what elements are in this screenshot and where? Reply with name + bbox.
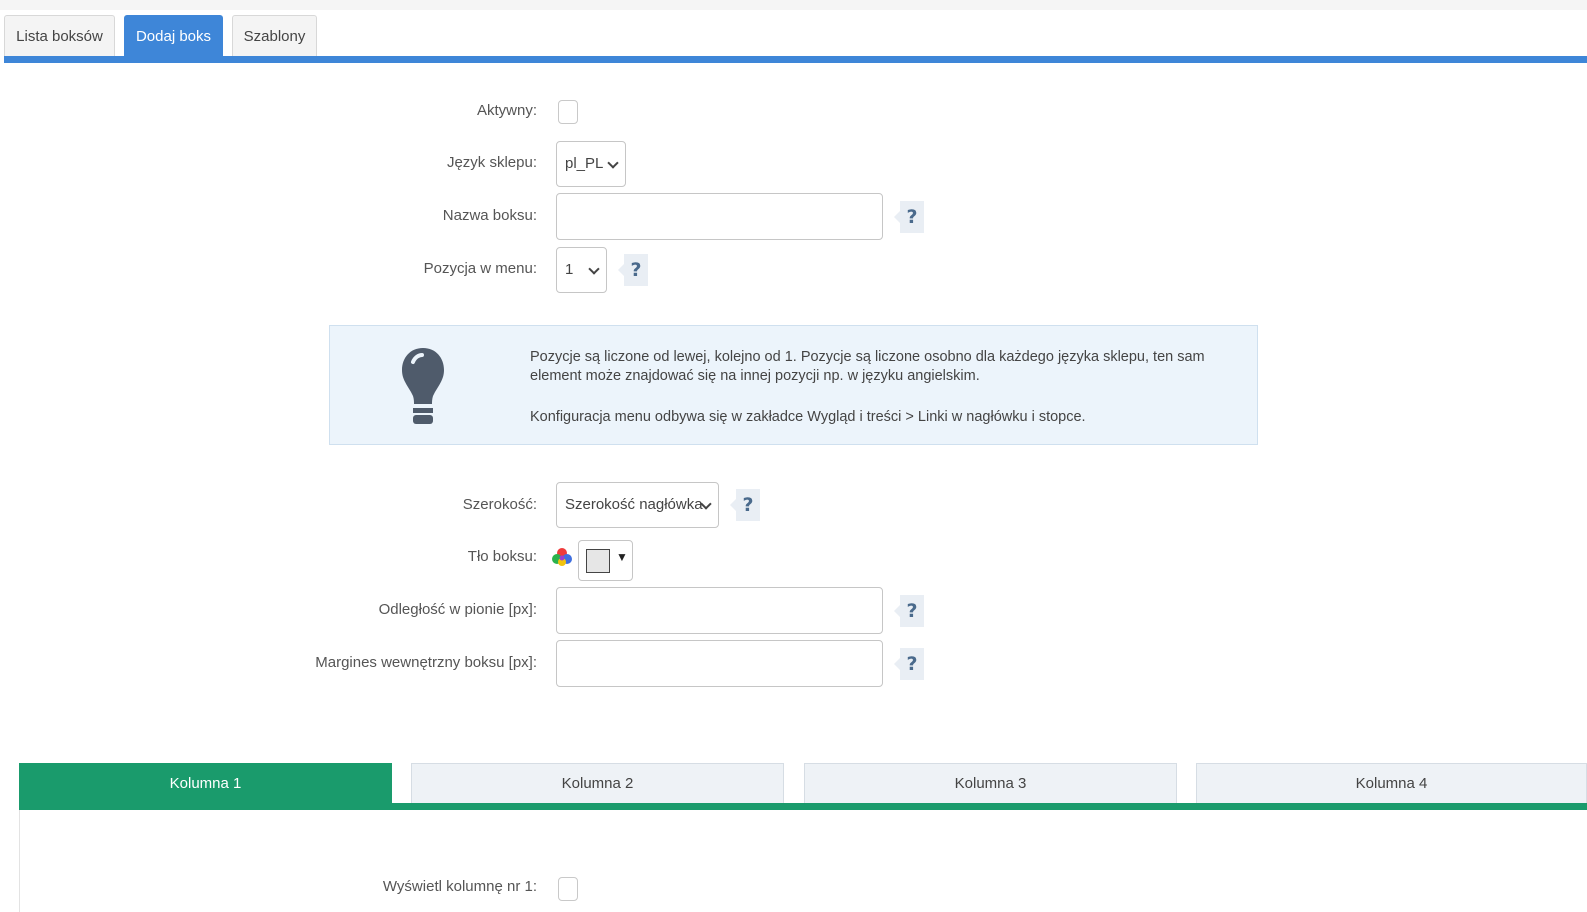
margines-label: Margines wewnętrzny boksu [px]:: [315, 654, 537, 671]
odleglosc-input[interactable]: [556, 587, 883, 634]
help-icon[interactable]: ?: [894, 201, 924, 233]
pozycja-select-value: 1: [565, 261, 574, 278]
info-line-1: Pozycje są liczone od lewej, kolejno od …: [530, 349, 1205, 384]
caret-down-icon: ▼: [616, 550, 628, 564]
szerokosc-select[interactable]: Szerokość nagłówka: [556, 482, 719, 528]
info-text: Pozycje są liczone od lewej, kolejno od …: [530, 348, 1245, 427]
odleglosc-label: Odległość w pionie [px]:: [378, 601, 537, 618]
chevron-down-icon: [607, 157, 619, 169]
szerokosc-select-value: Szerokość nagłówka: [565, 496, 703, 513]
szerokosc-label: Szerokość:: [462, 496, 537, 513]
top-strip: [0, 0, 1587, 10]
tlo-label: Tło boksu:: [467, 548, 537, 565]
color-picker[interactable]: ▼: [578, 540, 633, 581]
tab-lista-boksow[interactable]: Lista boksów: [4, 15, 115, 56]
nazwa-input[interactable]: [556, 193, 883, 240]
tab-kolumna-1[interactable]: Kolumna 1: [19, 763, 392, 803]
tab-kolumna-2[interactable]: Kolumna 2: [411, 763, 784, 803]
wyswietl-label: Wyświetl kolumnę nr 1:: [382, 878, 537, 895]
help-icon[interactable]: ?: [894, 648, 924, 680]
lightbulb-icon: [400, 346, 446, 431]
help-icon[interactable]: ?: [618, 254, 648, 286]
column-tab-bar: [19, 803, 1587, 810]
color-swatch: [586, 549, 610, 573]
column-panel: [19, 810, 1587, 912]
tab-kolumna-4[interactable]: Kolumna 4: [1196, 763, 1587, 803]
wyswietl-checkbox[interactable]: [558, 877, 578, 901]
aktywny-label: Aktywny:: [476, 102, 537, 119]
jezyk-label: Język sklepu:: [446, 154, 537, 171]
info-line-2: Konfiguracja menu odbywa się w zakładce …: [530, 409, 1086, 425]
tab-bar: [4, 56, 1587, 63]
jezyk-select[interactable]: pl_PL: [556, 141, 626, 187]
jezyk-select-value: pl_PL: [565, 155, 604, 172]
tab-dodaj-boks[interactable]: Dodaj boks: [124, 15, 223, 56]
pozycja-label: Pozycja w menu:: [423, 260, 537, 277]
aktywny-checkbox[interactable]: [558, 100, 578, 124]
nazwa-label: Nazwa boksu:: [442, 207, 537, 224]
help-icon[interactable]: ?: [730, 489, 760, 521]
chevron-down-icon: [588, 263, 600, 275]
tab-szablony[interactable]: Szablony: [232, 15, 317, 56]
info-box: Pozycje są liczone od lewej, kolejno od …: [329, 325, 1258, 445]
tab-kolumna-3[interactable]: Kolumna 3: [804, 763, 1177, 803]
margines-input[interactable]: [556, 640, 883, 687]
help-icon[interactable]: ?: [894, 595, 924, 627]
color-wheel-icon[interactable]: [552, 548, 572, 573]
pozycja-select[interactable]: 1: [556, 247, 607, 293]
